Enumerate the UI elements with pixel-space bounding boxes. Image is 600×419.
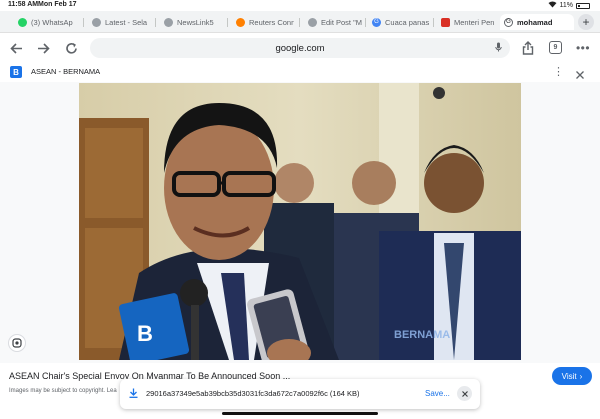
copyright-notice: Images may be subject to copyright. Lea: [9, 388, 117, 394]
plus-icon: +: [582, 15, 590, 29]
chevron-right-icon: ›: [579, 371, 583, 381]
menu-button[interactable]: •••: [575, 40, 591, 56]
google-lens-button[interactable]: [8, 334, 26, 352]
more-horizontal-icon: •••: [575, 41, 591, 55]
tab-menteri[interactable]: Menteri Pen: [437, 14, 497, 30]
svg-text:B: B: [137, 321, 153, 346]
status-date: Mon Feb 17: [38, 1, 77, 8]
tab-reuters[interactable]: Reuters Conn: [232, 14, 294, 30]
google-icon: G: [504, 17, 513, 27]
tab-latest[interactable]: Latest - Sela: [88, 14, 150, 30]
download-bar: 29016a37349e5ab39bcb35d3031fc3da672c7a00…: [120, 379, 480, 409]
home-indicator[interactable]: [222, 412, 378, 415]
watermark-text: BERNAMA: [394, 329, 450, 341]
download-icon: [129, 388, 138, 401]
download-filename: 29016a37349e5ab39bcb35d3031fc3da672c7a00…: [146, 389, 360, 398]
share-button[interactable]: [520, 40, 536, 56]
tab-strip: (3) WhatsAp Latest - Sela NewsLink5 Reut…: [0, 11, 600, 33]
tab-whatsapp[interactable]: (3) WhatsAp: [14, 14, 78, 30]
lens-icon: [12, 338, 22, 348]
forward-button[interactable]: [35, 40, 51, 56]
bernama-logo-icon: B: [10, 66, 22, 78]
close-icon: [461, 390, 468, 397]
tab-label: mohamad: [517, 17, 553, 27]
status-bar: 11:58 AM Mon Feb 17 11%: [0, 0, 600, 10]
source-name[interactable]: ASEAN - BERNAMA: [31, 67, 100, 76]
tab-cuaca[interactable]: G Cuaca panas: [368, 14, 430, 30]
tab-edit-post[interactable]: Edit Post "M: [304, 14, 362, 30]
globe-icon: [164, 17, 173, 27]
tab-label: Menteri Pen: [454, 17, 495, 27]
google-icon: G: [372, 17, 381, 27]
tab-active-mohamad[interactable]: G mohamad: [500, 14, 574, 30]
tab-label: (3) WhatsAp: [31, 17, 73, 27]
tab-label: Edit Post "M: [321, 17, 362, 27]
share-icon: [522, 41, 534, 55]
address-bar[interactable]: google.com: [90, 38, 510, 58]
status-right: 11%: [548, 1, 590, 10]
tab-label: Latest - Sela: [105, 17, 148, 27]
press-photo-illustration: B BERNAMA: [79, 83, 521, 360]
visit-button[interactable]: Visit ›: [552, 367, 592, 385]
image-source-row: B ASEAN - BERNAMA ⋮: [0, 62, 600, 82]
status-time: 11:58 AM: [8, 1, 39, 8]
close-icon: [576, 71, 584, 79]
arrow-right-icon: [37, 42, 50, 54]
battery-percent: 11%: [559, 2, 574, 9]
more-vertical-icon[interactable]: ⋮: [553, 65, 564, 78]
reuters-icon: [236, 17, 245, 27]
tab-label: NewsLink5: [177, 17, 214, 27]
mic-icon[interactable]: [495, 42, 502, 54]
tab-newslink[interactable]: NewsLink5: [160, 14, 222, 30]
battery-icon: [576, 2, 590, 9]
browser-toolbar: google.com 9 •••: [0, 34, 600, 62]
dismiss-download-button[interactable]: [457, 386, 472, 401]
tab-switcher-button[interactable]: 9: [549, 41, 562, 54]
globe-icon: [92, 17, 101, 27]
news-photo[interactable]: B BERNAMA: [79, 83, 521, 360]
whatsapp-icon: [18, 17, 27, 27]
news-icon: [441, 17, 450, 27]
back-button[interactable]: [8, 40, 24, 56]
arrow-left-icon: [9, 42, 22, 54]
reload-button[interactable]: [63, 40, 79, 56]
wordpress-icon: [308, 17, 317, 27]
url-text: google.com: [275, 42, 325, 54]
wifi-icon: [548, 1, 557, 10]
tab-label: Cuaca panas: [385, 17, 430, 27]
visit-label: Visit: [561, 371, 577, 381]
reload-icon: [65, 42, 77, 54]
new-tab-button[interactable]: +: [578, 14, 594, 30]
save-button[interactable]: Save...: [425, 389, 450, 398]
close-viewer-button[interactable]: [576, 70, 584, 82]
tab-label: Reuters Conn: [249, 17, 294, 27]
